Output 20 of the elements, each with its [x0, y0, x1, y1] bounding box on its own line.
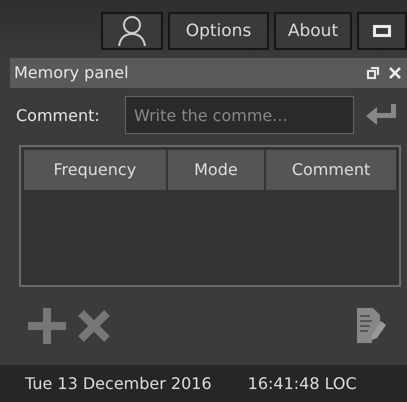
panel-title: Memory panel	[14, 63, 130, 82]
plus-icon[interactable]	[28, 308, 66, 344]
edit-document-icon[interactable]	[357, 308, 387, 344]
toolbar-button[interactable]: Options	[168, 12, 269, 50]
column-header[interactable]: Mode	[168, 150, 264, 190]
column-header[interactable]: Frequency	[24, 150, 166, 190]
comment-label: Comment:	[16, 106, 101, 125]
window-button[interactable]	[357, 12, 407, 50]
toolbar-button[interactable]: About	[274, 12, 352, 50]
user-button[interactable]	[101, 12, 163, 50]
close-icon[interactable]	[389, 66, 401, 79]
time-text: 16:41:48 LOC	[248, 374, 357, 394]
delete-icon[interactable]	[78, 310, 110, 342]
comment-input[interactable]: Write the comme...	[125, 96, 354, 134]
column-header[interactable]: Comment	[266, 150, 396, 190]
date-text: Tue 13 December 2016	[25, 374, 212, 394]
window-icon	[373, 24, 391, 37]
restore-icon[interactable]	[367, 66, 379, 79]
enter-icon[interactable]	[365, 103, 397, 128]
user-icon	[117, 14, 147, 47]
